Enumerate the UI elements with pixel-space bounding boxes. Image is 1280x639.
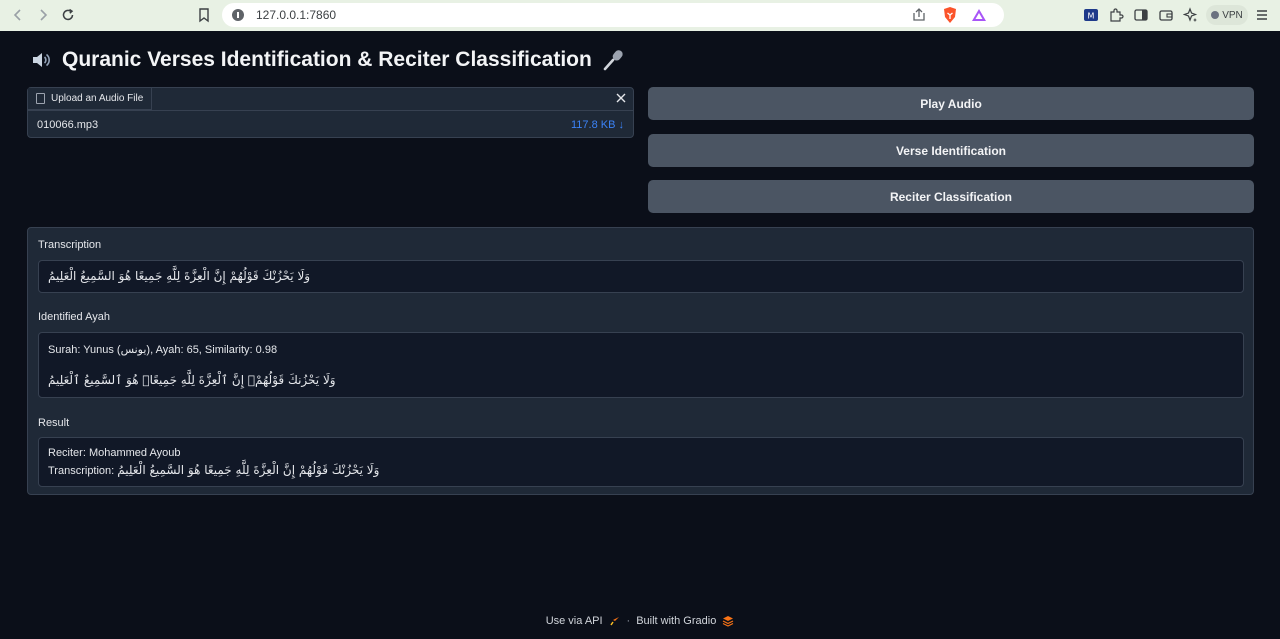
- rocket-icon: [609, 615, 621, 627]
- forward-icon[interactable]: [33, 6, 53, 24]
- result-transcription-text: وَلَا يَحْزُنْكَ قَوْلُهُمْ إِنَّ الْعِز…: [117, 463, 380, 477]
- address-bar[interactable]: 127.0.0.1:7860: [222, 3, 1004, 27]
- close-icon: [616, 93, 626, 103]
- extension-translate-icon[interactable]: M: [1083, 7, 1099, 23]
- sidebar-icon[interactable]: [1133, 7, 1149, 23]
- ayah-info-text: Surah: Yunus (يونس), Ayah: 65, Similarit…: [48, 344, 278, 356]
- gradio-logo-icon: [722, 615, 734, 627]
- back-icon[interactable]: [8, 6, 28, 24]
- result-output[interactable]: Reciter: Mohammed Ayoub Transcription: و…: [38, 437, 1244, 487]
- uploaded-file-name: 010066.mp3: [37, 119, 99, 131]
- brave-rewards-icon[interactable]: [971, 7, 987, 23]
- clear-upload-button[interactable]: [612, 89, 630, 107]
- reciter-line: Reciter: Mohammed Ayoub: [48, 447, 181, 459]
- built-with-gradio-link[interactable]: Built with Gradio: [636, 615, 716, 627]
- browser-menu-icon[interactable]: [1254, 7, 1270, 23]
- transcription-text: وَلَا يَحْزُنْكَ قَوْلُهُمْ إِنَّ الْعِز…: [48, 269, 311, 283]
- wallet-icon[interactable]: [1158, 7, 1174, 23]
- reciter-classification-button[interactable]: Reciter Classification: [648, 180, 1254, 213]
- bookmark-icon[interactable]: [195, 6, 213, 24]
- result-transcription-prefix: Transcription:: [48, 465, 118, 477]
- reload-icon[interactable]: [58, 6, 78, 24]
- speaker-icon: [30, 49, 52, 71]
- transcription-output[interactable]: وَلَا يَحْزُنْكَ قَوْلُهُمْ إِنَّ الْعِز…: [38, 260, 1244, 293]
- file-icon: [36, 93, 45, 104]
- verse-identification-button[interactable]: Verse Identification: [648, 134, 1254, 167]
- identified-ayah-label: Identified Ayah: [38, 311, 110, 323]
- page-title-text: Quranic Verses Identification & Reciter …: [62, 48, 592, 71]
- microphone-icon: [602, 48, 626, 72]
- vpn-button[interactable]: VPN: [1206, 5, 1248, 25]
- identified-ayah-output[interactable]: Surah: Yunus (يونس), Ayah: 65, Similarit…: [38, 332, 1244, 398]
- footer-separator: ·: [626, 615, 631, 627]
- ayah-text: وَلَا يَحْزُنكَ قَوْلُهُمْۘ إِنَّ ٱلْعِز…: [48, 373, 336, 387]
- leo-ai-icon[interactable]: [1182, 7, 1199, 23]
- use-via-api-link[interactable]: Use via API: [546, 615, 603, 627]
- vpn-label: VPN: [1222, 9, 1243, 21]
- upload-tab-label: Upload an Audio File: [51, 93, 144, 104]
- result-transcription-line: Transcription: وَلَا يَحْزُنْكَ قَوْلُهُ…: [48, 463, 379, 477]
- transcription-label: Transcription: [38, 239, 102, 251]
- extensions-puzzle-icon[interactable]: [1108, 7, 1124, 23]
- brave-shield-icon[interactable]: [942, 6, 958, 24]
- upload-tab: Upload an Audio File: [28, 88, 153, 110]
- divider: [28, 110, 633, 111]
- audio-upload[interactable]: Upload an Audio File 010066.mp3 117.8 KB…: [27, 87, 634, 138]
- results-panel: Transcription وَلَا يَحْزُنْكَ قَوْلُهُم…: [27, 227, 1254, 495]
- page-title: Quranic Verses Identification & Reciter …: [30, 46, 626, 74]
- play-audio-button[interactable]: Play Audio: [648, 87, 1254, 120]
- site-info-icon[interactable]: [232, 9, 244, 21]
- footer: Use via API · Built with Gradio: [0, 615, 1280, 627]
- browser-toolbar: 127.0.0.1:7860 M VPN: [0, 0, 1280, 31]
- share-icon[interactable]: [911, 7, 927, 23]
- svg-text:M: M: [1088, 12, 1095, 21]
- result-label: Result: [38, 417, 70, 429]
- address-url[interactable]: 127.0.0.1:7860: [256, 8, 336, 22]
- vpn-status-icon: [1211, 11, 1220, 19]
- file-download-link[interactable]: 117.8 KB ↓: [571, 119, 624, 131]
